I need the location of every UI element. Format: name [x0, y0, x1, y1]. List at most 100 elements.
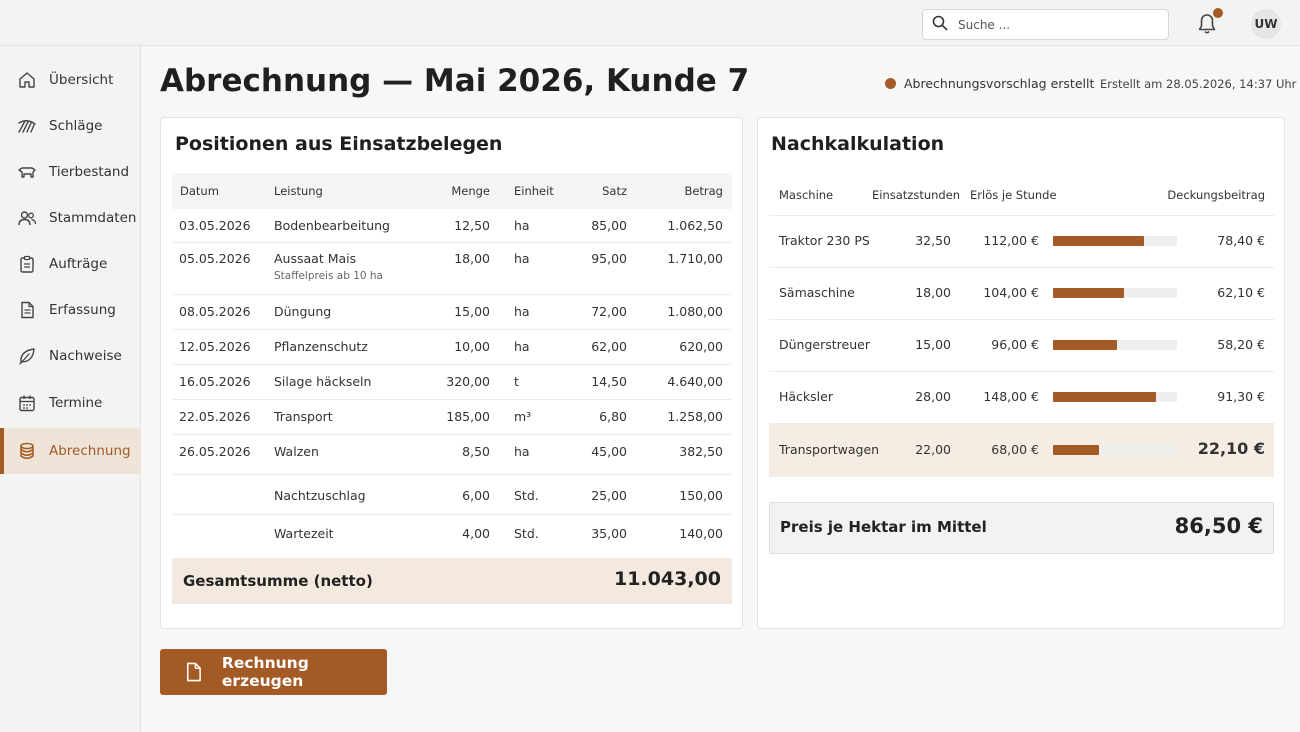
sidebar-item-auftraege[interactable]: Aufträge [0, 241, 141, 287]
notification-dot [1213, 8, 1223, 18]
row-menge: 4,00 [462, 526, 490, 541]
row-einheit: ha [514, 218, 530, 233]
row-deckungsbeitrag: 58,20 € [1217, 337, 1265, 352]
table-row[interactable]: 03.05.2026 Bodenbearbeitung 12,50 ha 85,… [172, 209, 732, 243]
row-betrag: 4.640,00 [667, 374, 723, 389]
row-erloes: 104,00 € [983, 285, 1039, 300]
row-erloes: 68,00 € [991, 442, 1039, 457]
table-row[interactable]: Düngerstreuer 15,00 96,00 € 58,20 € [769, 320, 1274, 372]
page-title: Abrechnung — Mai 2026, Kunde 7 [160, 63, 750, 99]
positions-table-header: Datum Leistung Menge Einheit Satz Betrag [172, 173, 732, 209]
sidebar-item-label: Termine [49, 395, 103, 411]
row-menge: 18,00 [454, 251, 490, 266]
col-datum: Datum [180, 184, 219, 198]
erloes-bar-fill [1053, 340, 1118, 350]
table-row[interactable]: Wartezeit 4,00 Std. 35,00 140,00 [172, 515, 732, 552]
row-einheit: ha [514, 339, 530, 354]
erloes-bar [1053, 445, 1177, 455]
sidebar-item-schlaege[interactable]: Schläge [0, 103, 141, 149]
sidebar: Übersicht Schläge Tierbestand Stammdaten… [0, 46, 141, 732]
col-einheit: Einheit [514, 184, 554, 198]
avatar[interactable]: UW [1251, 9, 1281, 39]
sidebar-item-erfassung[interactable]: Erfassung [0, 287, 141, 333]
row-einheit: ha [514, 251, 530, 266]
row-satz: 35,00 [591, 526, 627, 541]
row-leistung: Silage häckseln [274, 374, 372, 389]
row-datum: 08.05.2026 [179, 304, 251, 319]
table-row[interactable]: Sämaschine 18,00 104,00 € 62,10 € [769, 268, 1274, 320]
row-einheit: ha [514, 304, 530, 319]
table-row[interactable]: 26.05.2026 Walzen 8,50 ha 45,00 382,50 [172, 435, 732, 475]
sidebar-item-label: Übersicht [49, 72, 114, 88]
table-row[interactable]: 05.05.2026 Aussaat Mais Staffelpreis ab … [172, 243, 732, 295]
erloes-bar-fill [1053, 236, 1144, 246]
row-satz: 45,00 [591, 444, 627, 459]
sidebar-item-label: Schläge [49, 118, 103, 134]
table-row[interactable]: 12.05.2026 Pflanzenschutz 10,00 ha 62,00… [172, 330, 732, 365]
created-timestamp: Erstellt am 28.05.2026, 14:37 Uhr [1100, 77, 1297, 91]
row-datum: 16.05.2026 [179, 374, 251, 389]
sidebar-item-uebersicht[interactable]: Übersicht [0, 57, 141, 103]
col-satz: Satz [602, 184, 627, 198]
row-einheit: ha [514, 444, 530, 459]
sidebar-item-termine[interactable]: Termine [0, 380, 141, 426]
table-row[interactable]: Häcksler 28,00 148,00 € 91,30 € [769, 372, 1274, 424]
total-label: Gesamtsumme (netto) [183, 572, 373, 590]
erloes-bar [1053, 288, 1177, 298]
table-row[interactable]: 16.05.2026 Silage häckseln 320,00 t 14,5… [172, 365, 732, 400]
row-erloes: 96,00 € [991, 337, 1039, 352]
calendar-icon [19, 395, 35, 412]
create-invoice-button[interactable]: Rechnung erzeugen [160, 649, 387, 695]
row-menge: 8,50 [462, 444, 490, 459]
sidebar-item-label: Aufträge [49, 256, 108, 272]
table-row[interactable]: 08.05.2026 Düngung 15,00 ha 72,00 1.080,… [172, 295, 732, 330]
row-satz: 72,00 [591, 304, 627, 319]
sidebar-item-nachweise[interactable]: Nachweise [0, 333, 141, 379]
row-menge: 6,00 [462, 488, 490, 503]
document-icon [186, 662, 201, 682]
row-datum: 05.05.2026 [179, 251, 251, 266]
search-box[interactable] [922, 9, 1169, 40]
total-value: 11.043,00 [614, 568, 721, 590]
document-icon [21, 301, 34, 319]
table-row[interactable]: Traktor 230 PS 32,50 112,00 € 78,40 € [769, 216, 1274, 268]
coins-icon [20, 442, 34, 459]
row-menge: 10,00 [454, 339, 490, 354]
total-row: Gesamtsumme (netto) 11.043,00 [172, 558, 732, 604]
row-stunden: 28,00 [915, 389, 951, 404]
row-betrag: 1.062,50 [667, 218, 723, 233]
sidebar-item-abrechnung[interactable]: Abrechnung [0, 428, 141, 474]
erloes-bar-fill [1053, 392, 1156, 402]
table-row[interactable]: 22.05.2026 Transport 185,00 m³ 6,80 1.25… [172, 400, 732, 435]
create-invoice-label: Rechnung erzeugen [221, 654, 309, 690]
row-menge: 12,50 [454, 218, 490, 233]
row-betrag: 1.258,00 [667, 409, 723, 424]
clipboard-icon [20, 255, 34, 273]
row-einheit: m³ [514, 409, 532, 424]
table-row[interactable]: Nachtzuschlag 6,00 Std. 25,00 150,00 [172, 475, 732, 515]
row-datum: 12.05.2026 [179, 339, 251, 354]
row-leistung: Aussaat Mais [274, 251, 357, 266]
sidebar-item-stammdaten[interactable]: Stammdaten [0, 195, 141, 241]
status-indicator: Abrechnungsvorschlag erstellt [885, 76, 1094, 91]
row-einheit: Std. [514, 526, 539, 541]
sidebar-item-label: Stammdaten [49, 210, 137, 226]
row-deckungsbeitrag: 62,10 € [1217, 285, 1265, 300]
sidebar-item-tierbestand[interactable]: Tierbestand [0, 149, 141, 195]
row-satz: 62,00 [591, 339, 627, 354]
erloes-bar [1053, 340, 1177, 350]
row-satz: 25,00 [591, 488, 627, 503]
nachkalkulation-card: Nachkalkulation Maschine Einsatzstunden … [757, 117, 1285, 629]
col-deckungsbeitrag: Deckungsbeitrag [1167, 188, 1265, 202]
row-erloes: 148,00 € [983, 389, 1039, 404]
row-satz: 14,50 [591, 374, 627, 389]
erloes-bar-fill [1053, 288, 1124, 298]
table-row-highlighted[interactable]: Transportwagen 22,00 68,00 € 22,10 € [769, 424, 1274, 477]
row-stunden: 32,50 [915, 233, 951, 248]
row-deckungsbeitrag: 78,40 € [1217, 233, 1265, 248]
row-leistung: Transport [274, 409, 333, 424]
nachkalkulation-table-header: Maschine Einsatzstunden Erlös je Stunde … [769, 174, 1274, 216]
sidebar-item-label: Tierbestand [49, 164, 130, 180]
search-input[interactable] [958, 17, 1158, 32]
sidebar-item-label: Erfassung [49, 302, 116, 318]
